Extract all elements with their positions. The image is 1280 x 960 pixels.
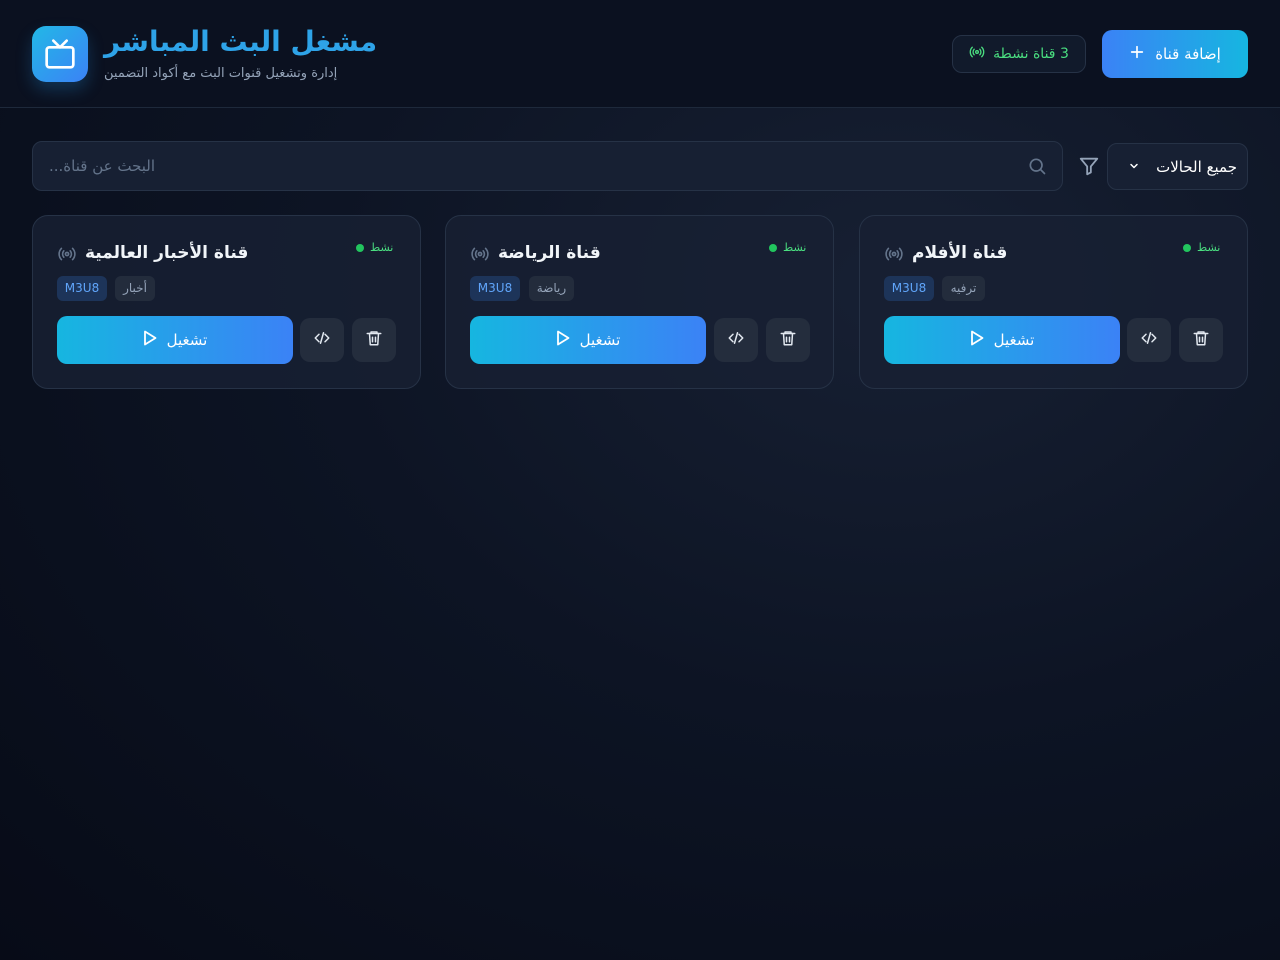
code-icon	[1139, 329, 1159, 351]
trash-icon	[1192, 328, 1210, 352]
page-title: مشغل البث المباشر	[104, 25, 378, 58]
broadcast-icon	[470, 246, 490, 262]
category-tag: ترفيه	[942, 276, 985, 301]
channel-card: نشط قناة الأفلام M3U8 ترفيه تشغيل	[859, 215, 1248, 389]
status-badge: نشط	[783, 241, 807, 254]
channel-name: قناة الأخبار العالمية	[85, 243, 249, 263]
category-tag: رياضة	[529, 276, 574, 301]
play-icon	[143, 330, 157, 350]
play-label: تشغيل	[166, 331, 208, 349]
filter-icon[interactable]	[1078, 155, 1100, 177]
chevron-down-icon	[1128, 158, 1140, 176]
broadcast-icon	[969, 44, 985, 64]
play-label: تشغيل	[579, 331, 621, 349]
search-icon	[1027, 156, 1047, 176]
play-label: تشغيل	[993, 331, 1035, 349]
play-button[interactable]: تشغيل	[57, 316, 293, 364]
stream-type-tag: M3U8	[884, 276, 934, 301]
play-icon	[970, 330, 984, 350]
trash-icon	[779, 328, 797, 352]
embed-code-button[interactable]	[1127, 318, 1171, 362]
channel-name: قناة الرياضة	[498, 243, 601, 263]
plus-icon	[1129, 44, 1145, 64]
code-icon	[312, 329, 332, 351]
status-badge: نشط	[370, 241, 394, 254]
active-count-label: 3 قناة نشطة	[993, 46, 1069, 62]
delete-button[interactable]	[1179, 318, 1223, 362]
channel-card: نشط قناة الأخبار العالمية M3U8 أخبار تشغ…	[32, 215, 421, 389]
category-tag: أخبار	[115, 276, 155, 301]
stream-type-tag: M3U8	[470, 276, 520, 301]
broadcast-icon	[57, 246, 77, 262]
delete-button[interactable]	[352, 318, 396, 362]
stream-type-tag: M3U8	[57, 276, 107, 301]
status-filter-select[interactable]: جميع الحالات	[1107, 143, 1248, 190]
channel-card: نشط قناة الرياضة M3U8 رياضة تشغيل	[445, 215, 834, 389]
active-channels-badge: 3 قناة نشطة	[952, 35, 1086, 73]
search-box	[32, 141, 1063, 191]
status-dot	[1183, 244, 1191, 252]
status-badge: نشط	[1197, 241, 1221, 254]
status-dot	[356, 244, 364, 252]
play-button[interactable]: تشغيل	[884, 316, 1120, 364]
delete-button[interactable]	[766, 318, 810, 362]
page-subtitle: إدارة وتشغيل قنوات البث مع أكواد التضمين	[104, 66, 338, 81]
embed-code-button[interactable]	[300, 318, 344, 362]
play-button[interactable]: تشغيل	[470, 316, 706, 364]
trash-icon	[365, 328, 383, 352]
search-input[interactable]	[33, 142, 1062, 190]
channel-name: قناة الأفلام	[912, 243, 1008, 263]
add-channel-button[interactable]: إضافة قناة	[1102, 30, 1248, 78]
play-icon	[556, 330, 570, 350]
embed-code-button[interactable]	[714, 318, 758, 362]
code-icon	[726, 329, 746, 351]
status-filter-value: جميع الحالات	[1156, 157, 1237, 176]
add-channel-label: إضافة قناة	[1155, 45, 1221, 63]
tv-icon	[32, 26, 88, 82]
app-header: مشغل البث المباشر إدارة وتشغيل قنوات الب…	[0, 0, 1280, 108]
status-dot	[769, 244, 777, 252]
broadcast-icon	[884, 246, 904, 262]
